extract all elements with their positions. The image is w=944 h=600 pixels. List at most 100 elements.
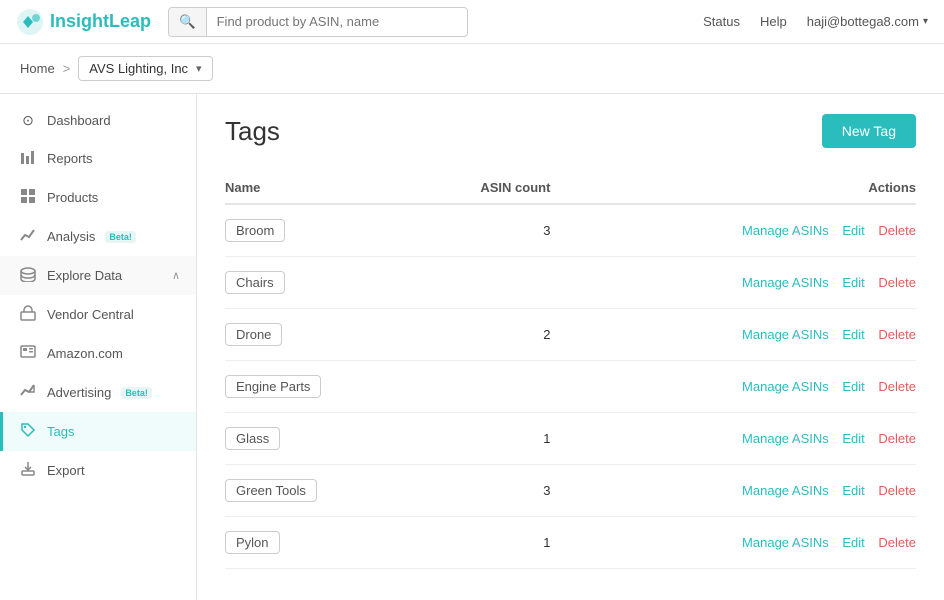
tag-badge: Green Tools bbox=[225, 479, 317, 502]
delete-link[interactable]: Delete bbox=[878, 379, 916, 394]
tags-header: Tags New Tag bbox=[225, 114, 916, 148]
vendor-central-icon bbox=[19, 305, 37, 324]
help-link[interactable]: Help bbox=[760, 14, 787, 29]
column-header-actions: Actions bbox=[590, 172, 916, 204]
table-header: Name ASIN count Actions bbox=[225, 172, 916, 204]
company-name: AVS Lighting, Inc bbox=[89, 61, 188, 76]
actions-cell: Manage ASINs Edit Delete bbox=[590, 204, 916, 257]
reports-icon bbox=[19, 149, 37, 168]
sidebar-item-label: Dashboard bbox=[47, 113, 111, 128]
delete-link[interactable]: Delete bbox=[878, 535, 916, 550]
explore-data-icon bbox=[19, 266, 37, 285]
actions-cell: Manage ASINs Edit Delete bbox=[590, 361, 916, 413]
actions-cell: Manage ASINs Edit Delete bbox=[590, 257, 916, 309]
sidebar-item-label: Tags bbox=[47, 424, 74, 439]
company-selector[interactable]: AVS Lighting, Inc ▾ bbox=[78, 56, 212, 81]
sidebar-item-label: Explore Data bbox=[47, 268, 122, 283]
delete-link[interactable]: Delete bbox=[878, 275, 916, 290]
breadcrumb-home[interactable]: Home bbox=[20, 61, 55, 76]
asin-count-cell: 1 bbox=[396, 517, 591, 569]
sidebar-item-amazon[interactable]: Amazon.com bbox=[0, 334, 196, 373]
table-row: Pylon 1 Manage ASINs Edit Delete bbox=[225, 517, 916, 569]
actions-cell: Manage ASINs Edit Delete bbox=[590, 309, 916, 361]
sidebar-item-advertising[interactable]: Advertising Beta! bbox=[0, 373, 196, 412]
sidebar-item-vendor-central[interactable]: Vendor Central bbox=[0, 295, 196, 334]
sidebar-item-reports[interactable]: Reports bbox=[0, 139, 196, 178]
sidebar-item-label: Analysis bbox=[47, 229, 95, 244]
tag-name-cell: Chairs bbox=[225, 257, 396, 309]
table-row: Drone 2 Manage ASINs Edit Delete bbox=[225, 309, 916, 361]
sidebar-item-label: Products bbox=[47, 190, 98, 205]
sidebar-item-export[interactable]: Export bbox=[0, 451, 196, 490]
table-row: Broom 3 Manage ASINs Edit Delete bbox=[225, 204, 916, 257]
manage-asins-link[interactable]: Manage ASINs bbox=[742, 275, 829, 290]
sidebar-item-analysis[interactable]: Analysis Beta! bbox=[0, 217, 196, 256]
table-body: Broom 3 Manage ASINs Edit Delete Chairs … bbox=[225, 204, 916, 569]
manage-asins-link[interactable]: Manage ASINs bbox=[742, 535, 829, 550]
search-icon: 🔍 bbox=[179, 14, 196, 29]
user-menu[interactable]: haji@bottega8.com ▾ bbox=[807, 14, 928, 29]
main-layout: ⊙ Dashboard Reports Products Analysis Be… bbox=[0, 94, 944, 600]
asin-count-cell bbox=[396, 361, 591, 413]
tag-name-cell: Engine Parts bbox=[225, 361, 396, 413]
asin-count-cell: 2 bbox=[396, 309, 591, 361]
column-header-name: Name bbox=[225, 172, 396, 204]
sidebar-item-label: Advertising bbox=[47, 385, 111, 400]
tag-badge: Chairs bbox=[225, 271, 285, 294]
manage-asins-link[interactable]: Manage ASINs bbox=[742, 431, 829, 446]
advertising-icon bbox=[19, 383, 37, 402]
products-icon bbox=[19, 188, 37, 207]
beta-badge: Beta! bbox=[105, 231, 136, 243]
asin-count-cell: 1 bbox=[396, 413, 591, 465]
manage-asins-link[interactable]: Manage ASINs bbox=[742, 223, 829, 238]
asin-count-cell: 3 bbox=[396, 204, 591, 257]
asin-count-cell: 3 bbox=[396, 465, 591, 517]
content-area: Tags New Tag Name ASIN count Actions Bro… bbox=[197, 94, 944, 600]
delete-link[interactable]: Delete bbox=[878, 483, 916, 498]
tags-table: Name ASIN count Actions Broom 3 Manage A… bbox=[225, 172, 916, 569]
edit-link[interactable]: Edit bbox=[842, 483, 864, 498]
delete-link[interactable]: Delete bbox=[878, 431, 916, 446]
table-row: Glass 1 Manage ASINs Edit Delete bbox=[225, 413, 916, 465]
edit-link[interactable]: Edit bbox=[842, 223, 864, 238]
sidebar-item-products[interactable]: Products bbox=[0, 178, 196, 217]
beta-badge: Beta! bbox=[121, 387, 152, 399]
edit-link[interactable]: Edit bbox=[842, 431, 864, 446]
search-input[interactable] bbox=[207, 8, 467, 35]
manage-asins-link[interactable]: Manage ASINs bbox=[742, 483, 829, 498]
sidebar-item-tags[interactable]: Tags bbox=[0, 412, 196, 451]
user-email: haji@bottega8.com bbox=[807, 14, 919, 29]
breadcrumb: Home > AVS Lighting, Inc ▾ bbox=[0, 44, 944, 94]
new-tag-button[interactable]: New Tag bbox=[822, 114, 916, 148]
chevron-down-icon: ▾ bbox=[196, 62, 202, 75]
edit-link[interactable]: Edit bbox=[842, 327, 864, 342]
delete-link[interactable]: Delete bbox=[878, 327, 916, 342]
search-button[interactable]: 🔍 bbox=[169, 8, 207, 36]
table-row: Chairs Manage ASINs Edit Delete bbox=[225, 257, 916, 309]
delete-link[interactable]: Delete bbox=[878, 223, 916, 238]
tag-badge: Broom bbox=[225, 219, 285, 242]
tag-badge: Glass bbox=[225, 427, 280, 450]
amazon-icon bbox=[19, 344, 37, 363]
edit-link[interactable]: Edit bbox=[842, 275, 864, 290]
tag-badge: Drone bbox=[225, 323, 282, 346]
sidebar-item-explore-data[interactable]: Explore Data ∧ bbox=[0, 256, 196, 295]
sidebar-item-label: Reports bbox=[47, 151, 93, 166]
edit-link[interactable]: Edit bbox=[842, 379, 864, 394]
sidebar-item-label: Amazon.com bbox=[47, 346, 123, 361]
tags-icon bbox=[19, 422, 37, 441]
tag-name-cell: Drone bbox=[225, 309, 396, 361]
manage-asins-link[interactable]: Manage ASINs bbox=[742, 327, 829, 342]
sidebar-item-dashboard[interactable]: ⊙ Dashboard bbox=[0, 102, 196, 139]
sidebar-item-label: Vendor Central bbox=[47, 307, 134, 322]
tag-badge: Engine Parts bbox=[225, 375, 321, 398]
logo: InsightLeap bbox=[16, 8, 156, 36]
status-link[interactable]: Status bbox=[703, 14, 740, 29]
header: InsightLeap 🔍 Status Help haji@bottega8.… bbox=[0, 0, 944, 44]
tag-name-cell: Broom bbox=[225, 204, 396, 257]
tag-badge: Pylon bbox=[225, 531, 280, 554]
dashboard-icon: ⊙ bbox=[19, 112, 37, 129]
edit-link[interactable]: Edit bbox=[842, 535, 864, 550]
manage-asins-link[interactable]: Manage ASINs bbox=[742, 379, 829, 394]
analysis-icon bbox=[19, 227, 37, 246]
